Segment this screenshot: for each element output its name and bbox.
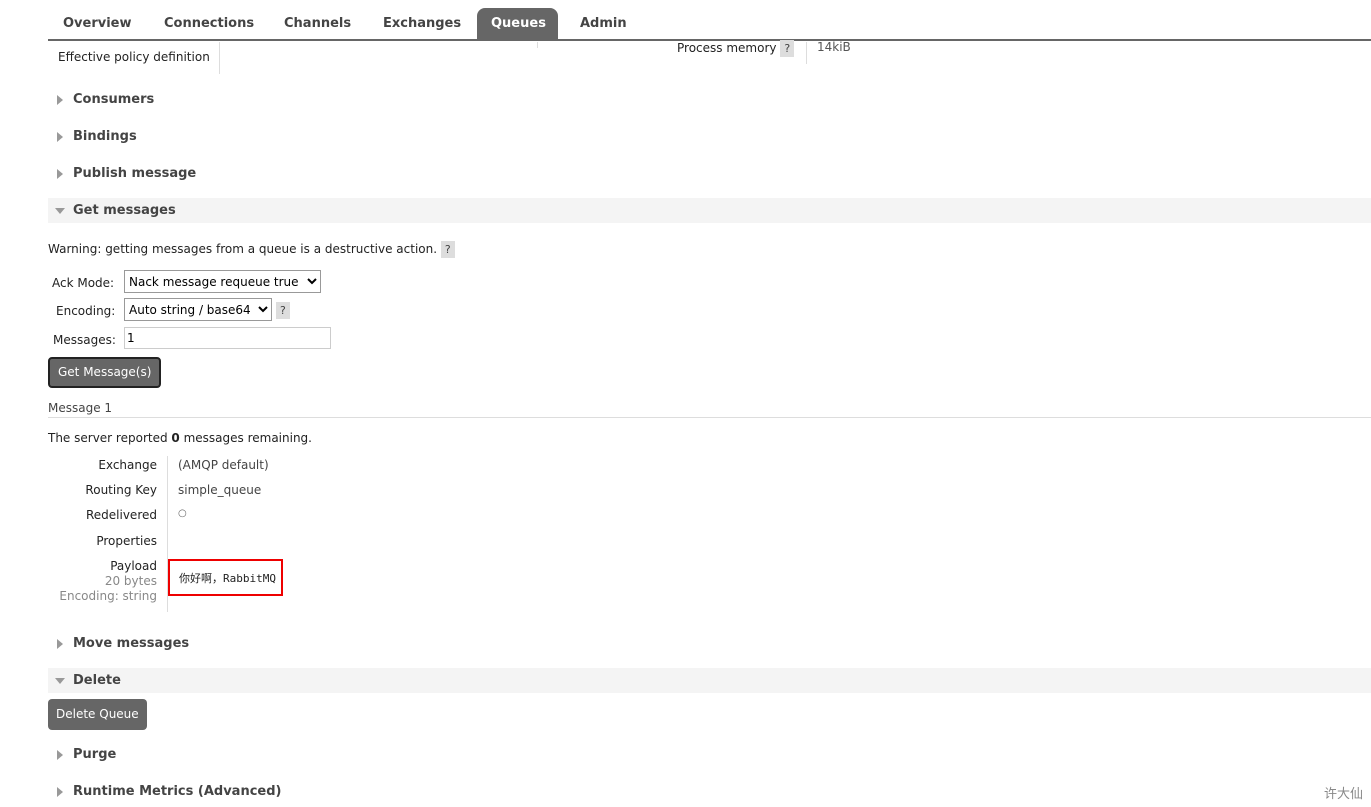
policy-label: Effective policy definition	[58, 50, 210, 64]
exchange-value: (AMQP default)	[178, 458, 269, 472]
payload-encoding: Encoding: string	[59, 589, 157, 603]
label: Consumers	[73, 92, 155, 107]
ack-mode-select[interactable]: Nack message requeue true	[124, 270, 321, 293]
process-memory-value: 14kiB	[817, 40, 851, 54]
label: Delete	[73, 673, 121, 688]
redelivered-value: ○	[178, 508, 187, 519]
messages-input[interactable]	[124, 327, 331, 349]
section-bindings[interactable]: Bindings	[48, 124, 1371, 149]
triangle-right-icon	[57, 169, 63, 179]
tab-overview[interactable]: Overview	[49, 8, 146, 40]
label: Get messages	[73, 203, 176, 218]
help-icon[interactable]: ?	[440, 241, 455, 258]
label: Process memory	[677, 41, 777, 55]
tab-channels[interactable]: Channels	[270, 8, 365, 40]
triangle-down-icon	[55, 678, 65, 684]
triangle-right-icon	[57, 132, 63, 142]
label: Publish message	[73, 166, 197, 181]
ack-mode-label: Ack Mode:	[52, 276, 115, 290]
label: Runtime Metrics (Advanced)	[73, 784, 282, 799]
routing-key-value: simple_queue	[178, 483, 262, 497]
properties-label: Properties	[96, 534, 157, 548]
encoding-select[interactable]: Auto string / base64	[124, 298, 272, 321]
tab-connections[interactable]: Connections	[150, 8, 268, 40]
section-delete[interactable]: Delete	[48, 668, 1371, 693]
tab-exchanges[interactable]: Exchanges	[369, 8, 475, 40]
process-memory-label: Process memory ?	[677, 40, 795, 57]
text: messages remaining.	[179, 431, 312, 445]
messages-label: Messages:	[53, 333, 116, 347]
section-runtime-metrics[interactable]: Runtime Metrics (Advanced)	[48, 779, 1371, 804]
exchange-label: Exchange	[98, 458, 157, 472]
tab-queues[interactable]: Queues	[477, 8, 558, 40]
encoding-label: Encoding:	[56, 304, 116, 318]
section-purge[interactable]: Purge	[48, 742, 1371, 767]
divider	[219, 42, 220, 74]
text: The server reported	[48, 431, 172, 445]
section-publish-message[interactable]: Publish message	[48, 161, 1371, 186]
section-move-messages[interactable]: Move messages	[48, 631, 1371, 656]
divider	[48, 417, 1371, 418]
count: 0	[171, 431, 180, 445]
section-consumers[interactable]: Consumers	[48, 87, 1371, 112]
section-get-messages[interactable]: Get messages	[48, 198, 1371, 223]
triangle-right-icon	[57, 787, 63, 797]
label: Bindings	[73, 129, 137, 144]
message-title: Message 1	[48, 401, 113, 415]
watermark: 许大仙	[1323, 787, 1363, 802]
payload-value: 你好啊，RabbitMQ	[168, 559, 283, 596]
redelivered-label: Redelivered	[85, 508, 157, 522]
help-icon[interactable]: ?	[276, 302, 290, 319]
triangle-right-icon	[57, 95, 63, 105]
payload-label: Payload	[110, 559, 157, 573]
label: Move messages	[73, 636, 190, 651]
warning-text: Warning: getting messages from a queue i…	[48, 241, 455, 258]
help-icon[interactable]: ?	[780, 40, 795, 57]
triangle-down-icon	[55, 208, 65, 214]
triangle-right-icon	[57, 750, 63, 760]
routing-key-label: Routing Key	[85, 483, 157, 497]
warning: Warning: getting messages from a queue i…	[48, 242, 438, 256]
get-messages-button[interactable]: Get Message(s)	[48, 357, 162, 388]
tab-admin[interactable]: Admin	[566, 8, 641, 40]
remaining-text: The server reported 0 messages remaining…	[48, 431, 312, 445]
label: Purge	[73, 747, 117, 762]
payload-size: 20 bytes	[104, 574, 157, 588]
nav-tabs: Overview Connections Channels Exchanges …	[48, 8, 1371, 41]
divider	[806, 42, 807, 64]
delete-queue-button[interactable]: Delete Queue	[48, 699, 147, 730]
divider	[537, 42, 538, 48]
triangle-right-icon	[57, 639, 63, 649]
